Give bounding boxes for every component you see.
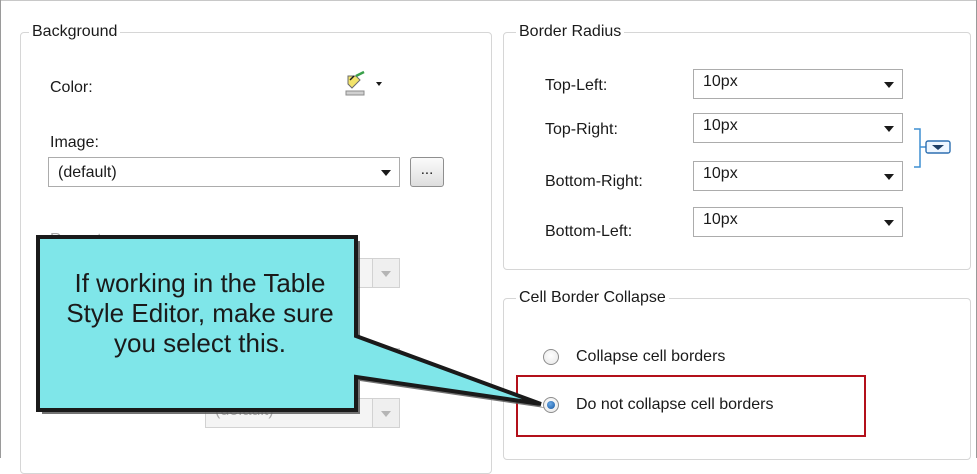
image-combo-value: (default) [58, 164, 117, 181]
paint-bucket-icon [345, 70, 382, 96]
bottom-left-label: Bottom-Left: [545, 223, 633, 240]
chevron-down-icon [381, 271, 391, 277]
color-label: Color: [50, 79, 93, 96]
bottom-left-combo[interactable]: 10px [693, 207, 903, 237]
top-right-combo[interactable]: 10px [693, 113, 903, 143]
callout-text: If working in the Table Style Editor, ma… [66, 268, 334, 358]
highlight-box [516, 375, 866, 437]
background-legend: Background [29, 23, 121, 41]
top-left-combo[interactable]: 10px [693, 69, 903, 99]
chevron-down-icon [884, 220, 894, 226]
chevron-down-icon [884, 126, 894, 132]
chevron-down-icon [884, 82, 894, 88]
attachment-combo[interactable]: (default) [205, 398, 400, 428]
bottom-right-combo[interactable]: 10px [693, 161, 903, 191]
repeat-label: Repeat: [50, 231, 107, 248]
bottom-right-label: Bottom-Right: [545, 173, 643, 190]
border-radius-legend: Border Radius [516, 23, 625, 41]
image-combo[interactable]: (default) [48, 157, 400, 187]
link-values-button[interactable] [912, 127, 958, 173]
link-values-icon [914, 128, 951, 168]
bottom-left-value: 10px [703, 211, 738, 228]
top-right-label: Top-Right: [545, 121, 618, 138]
bottom-right-value: 10px [703, 165, 738, 182]
top-left-value: 10px [703, 73, 738, 90]
chevron-down-icon [884, 174, 894, 180]
top-right-value: 10px [703, 117, 738, 134]
top-left-label: Top-Left: [545, 77, 608, 94]
chevron-down-icon [381, 361, 391, 367]
color-picker-button[interactable] [342, 70, 400, 100]
image-label: Image: [50, 134, 99, 151]
attachment-combo-value: (default) [215, 402, 274, 419]
collapse-radio[interactable] [543, 349, 559, 365]
chevron-down-icon [381, 170, 391, 176]
browse-button[interactable]: ... [410, 157, 444, 187]
collapse-radio-label[interactable]: Collapse cell borders [576, 347, 725, 367]
chevron-down-icon [381, 411, 391, 417]
cell-border-collapse-legend: Cell Border Collapse [516, 289, 669, 307]
